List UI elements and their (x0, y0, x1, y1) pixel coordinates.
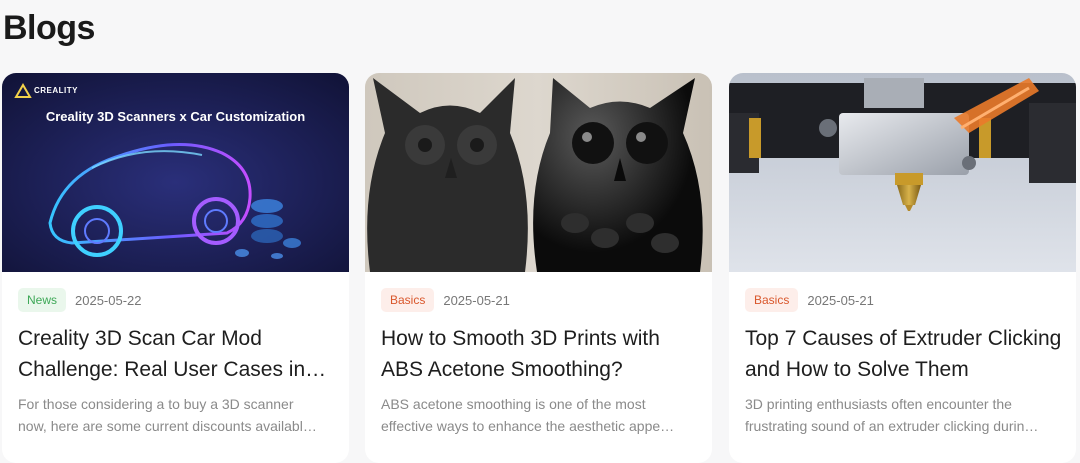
banner-headline: Creality 3D Scanners x Car Customization (45, 109, 306, 124)
card-excerpt: ABS acetone smoothing is one of the most… (381, 393, 698, 437)
excerpt-line: frustrating sound of an extruder clickin… (745, 418, 1039, 434)
blog-card-image[interactable]: CREALITY Creality 3D Scanners x Car Cust… (2, 73, 349, 272)
category-tag[interactable]: Basics (381, 288, 435, 312)
creality-logo: CREALITY (16, 84, 78, 96)
card-meta: News 2025-05-22 (18, 288, 142, 312)
publish-date: 2025-05-22 (75, 292, 142, 308)
brand-text: CREALITY (34, 85, 78, 95)
blog-card-extruder-clicking[interactable]: Basics 2025-05-21 Top 7 Causes of Extrud… (729, 73, 1076, 463)
excerpt-line: ABS acetone smoothing is one of the most (381, 396, 646, 412)
card-excerpt: 3D printing enthusiasts often encounter … (745, 393, 1062, 437)
card-title[interactable]: How to Smooth 3D Prints with ABS Acetone… (381, 323, 698, 385)
blog-card-image[interactable] (729, 73, 1076, 272)
excerpt-line: effective ways to enhance the aesthetic … (381, 418, 675, 434)
card-excerpt: For those considering a to buy a 3D scan… (18, 393, 335, 437)
excerpt-line: For those considering a to buy a 3D scan… (18, 396, 294, 412)
blog-card-car-scan[interactable]: CREALITY Creality 3D Scanners x Car Cust… (2, 73, 349, 463)
publish-date: 2025-05-21 (443, 292, 510, 308)
car-scan-banner-image (2, 73, 349, 272)
category-tag[interactable]: Basics (745, 288, 799, 312)
card-meta: Basics 2025-05-21 (745, 288, 874, 312)
excerpt-line: now, here are some current discounts ava… (18, 418, 317, 434)
category-tag[interactable]: News (18, 288, 67, 312)
extruder-nozzle-photo (729, 73, 1076, 272)
card-title[interactable]: Creality 3D Scan Car Mod Challenge: Real… (18, 323, 335, 385)
owl-prints-photo (365, 73, 712, 272)
blog-card-abs-smoothing[interactable]: Basics 2025-05-21 How to Smooth 3D Print… (365, 73, 712, 463)
excerpt-line: 3D printing enthusiasts often encounter … (745, 396, 1012, 412)
page-title: Blogs (3, 9, 95, 47)
blog-card-image[interactable] (365, 73, 712, 272)
card-title[interactable]: Top 7 Causes of Extruder Clicking and Ho… (745, 323, 1062, 385)
card-meta: Basics 2025-05-21 (381, 288, 510, 312)
publish-date: 2025-05-21 (807, 292, 874, 308)
